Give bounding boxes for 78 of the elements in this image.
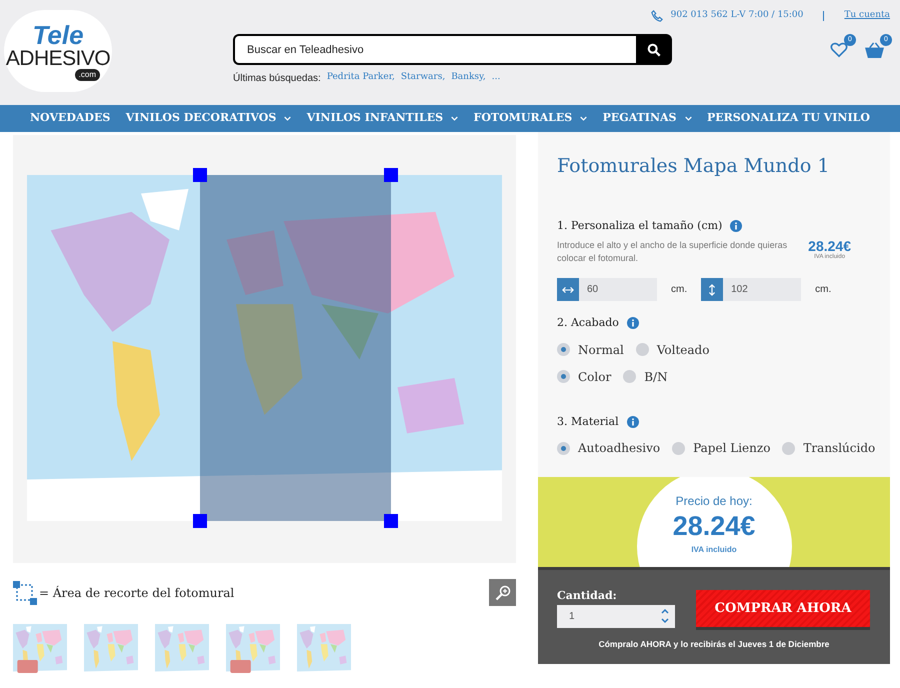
radio-option[interactable]: Papel Lienzo [672, 439, 770, 457]
account-link[interactable]: Tu cuenta [844, 9, 890, 22]
thumbnail[interactable] [84, 624, 138, 678]
radio-button[interactable] [782, 442, 796, 454]
quantity-field[interactable]: 1 [557, 604, 661, 628]
crop-handle[interactable] [193, 168, 207, 182]
buy-button[interactable]: COMPRAR AHORA [696, 590, 870, 627]
logo[interactable]: Tele ADHESIVO .com [4, 10, 112, 92]
stepper-icon[interactable] [661, 604, 675, 628]
zoom-button[interactable] [489, 579, 516, 606]
radio-button[interactable] [557, 370, 570, 383]
phone-number: 902 013 562 L-V 7:00 / 15:00 [670, 9, 804, 22]
info-icon[interactable] [626, 416, 639, 428]
today-label: Precio de hoy: [676, 493, 752, 510]
recent-search-link[interactable]: Banksy, [451, 71, 486, 86]
section-heading: 1. Personaliza el tamaño (cm) [557, 218, 722, 234]
thumbnail[interactable] [155, 624, 209, 678]
crop-handle[interactable] [384, 168, 398, 182]
recent-search-link[interactable]: ... [492, 71, 500, 86]
crop-area[interactable] [200, 175, 391, 521]
price: 28.24€ [808, 239, 851, 253]
radio-button[interactable] [557, 343, 570, 356]
radio-button[interactable] [557, 442, 570, 454]
menu-item[interactable]: FOTOMURALES [474, 110, 588, 127]
menu-item[interactable]: PEGATINAS [602, 110, 692, 127]
recent-search-link[interactable]: Starwars, [400, 71, 446, 86]
thumbnail[interactable] [297, 624, 351, 678]
logo-text: Tele [32, 22, 84, 48]
crop-handle[interactable] [193, 514, 207, 528]
today-price: 28.24€ [672, 510, 756, 543]
height-field[interactable]: 102 [723, 278, 802, 301]
crop-area-icon [13, 580, 37, 604]
info-icon[interactable] [626, 317, 639, 330]
chevron-down-icon [284, 116, 292, 121]
thumbnail[interactable] [13, 624, 67, 678]
search-field[interactable]: Buscar en Teleadhesivo [233, 34, 636, 65]
radio-option[interactable]: Volteado [636, 340, 710, 358]
logo-text: ADHESIVO [6, 48, 110, 68]
crop-handle[interactable] [384, 514, 398, 528]
menu-item[interactable]: VINILOS INFANTILES [306, 110, 458, 127]
chevron-down-icon [451, 116, 458, 121]
radio-option[interactable]: B/N [623, 368, 668, 386]
recent-search-link[interactable]: Pedrita Parker, [326, 71, 395, 86]
thumbnail[interactable] [226, 624, 280, 678]
zoom-in-icon [494, 584, 510, 600]
chevron-down-icon [580, 116, 588, 121]
radio-button[interactable] [623, 370, 636, 383]
tax-note: IVA incluido [691, 544, 737, 556]
recent-searches-label: Últimas búsquedas: [233, 71, 321, 86]
search-button[interactable] [636, 34, 672, 65]
section-heading: 2. Acabado [557, 315, 619, 331]
horizontal-arrows-icon [557, 278, 579, 301]
radio-button[interactable] [636, 343, 649, 356]
menu-item[interactable]: VINILOS DECORATIVOS [126, 110, 292, 127]
delivery-note: Cómpralo AHORA y lo recibirás el Jueves 1 de Diciembre [598, 638, 830, 650]
unit-label: cm. [671, 283, 688, 297]
section-heading: 3. Material [557, 414, 619, 430]
logo-badge: .com [74, 68, 100, 80]
radio-button[interactable] [672, 442, 686, 454]
crop-legend: = Área de recorte del fotomural [39, 584, 234, 602]
info-icon[interactable] [730, 220, 742, 232]
search-icon [647, 42, 661, 56]
phone-icon [650, 10, 663, 22]
product-title: Fotomurales Mapa Mundo 1 [557, 154, 830, 179]
radio-option[interactable]: Translúcido [782, 439, 876, 457]
quantity-label: Cantidad: [557, 588, 618, 604]
radio-option[interactable]: Color [557, 368, 612, 386]
heart-icon [830, 42, 848, 58]
width-field[interactable]: 60 [579, 278, 657, 301]
chevron-down-icon [684, 116, 692, 121]
size-hint: Introduce el alto y el ancho de la superficie donde quieras colocar el fotomural. [557, 239, 788, 265]
radio-option[interactable]: Autoadhesivo [557, 439, 660, 457]
basket-icon [864, 42, 885, 59]
menu-item[interactable]: PERSONALIZA TU VINILO [706, 110, 870, 127]
radio-option[interactable]: Normal [557, 340, 624, 358]
menu-item[interactable]: NOVEDADES [30, 110, 110, 127]
unit-label: cm. [815, 283, 832, 297]
vertical-arrows-icon [701, 278, 724, 301]
